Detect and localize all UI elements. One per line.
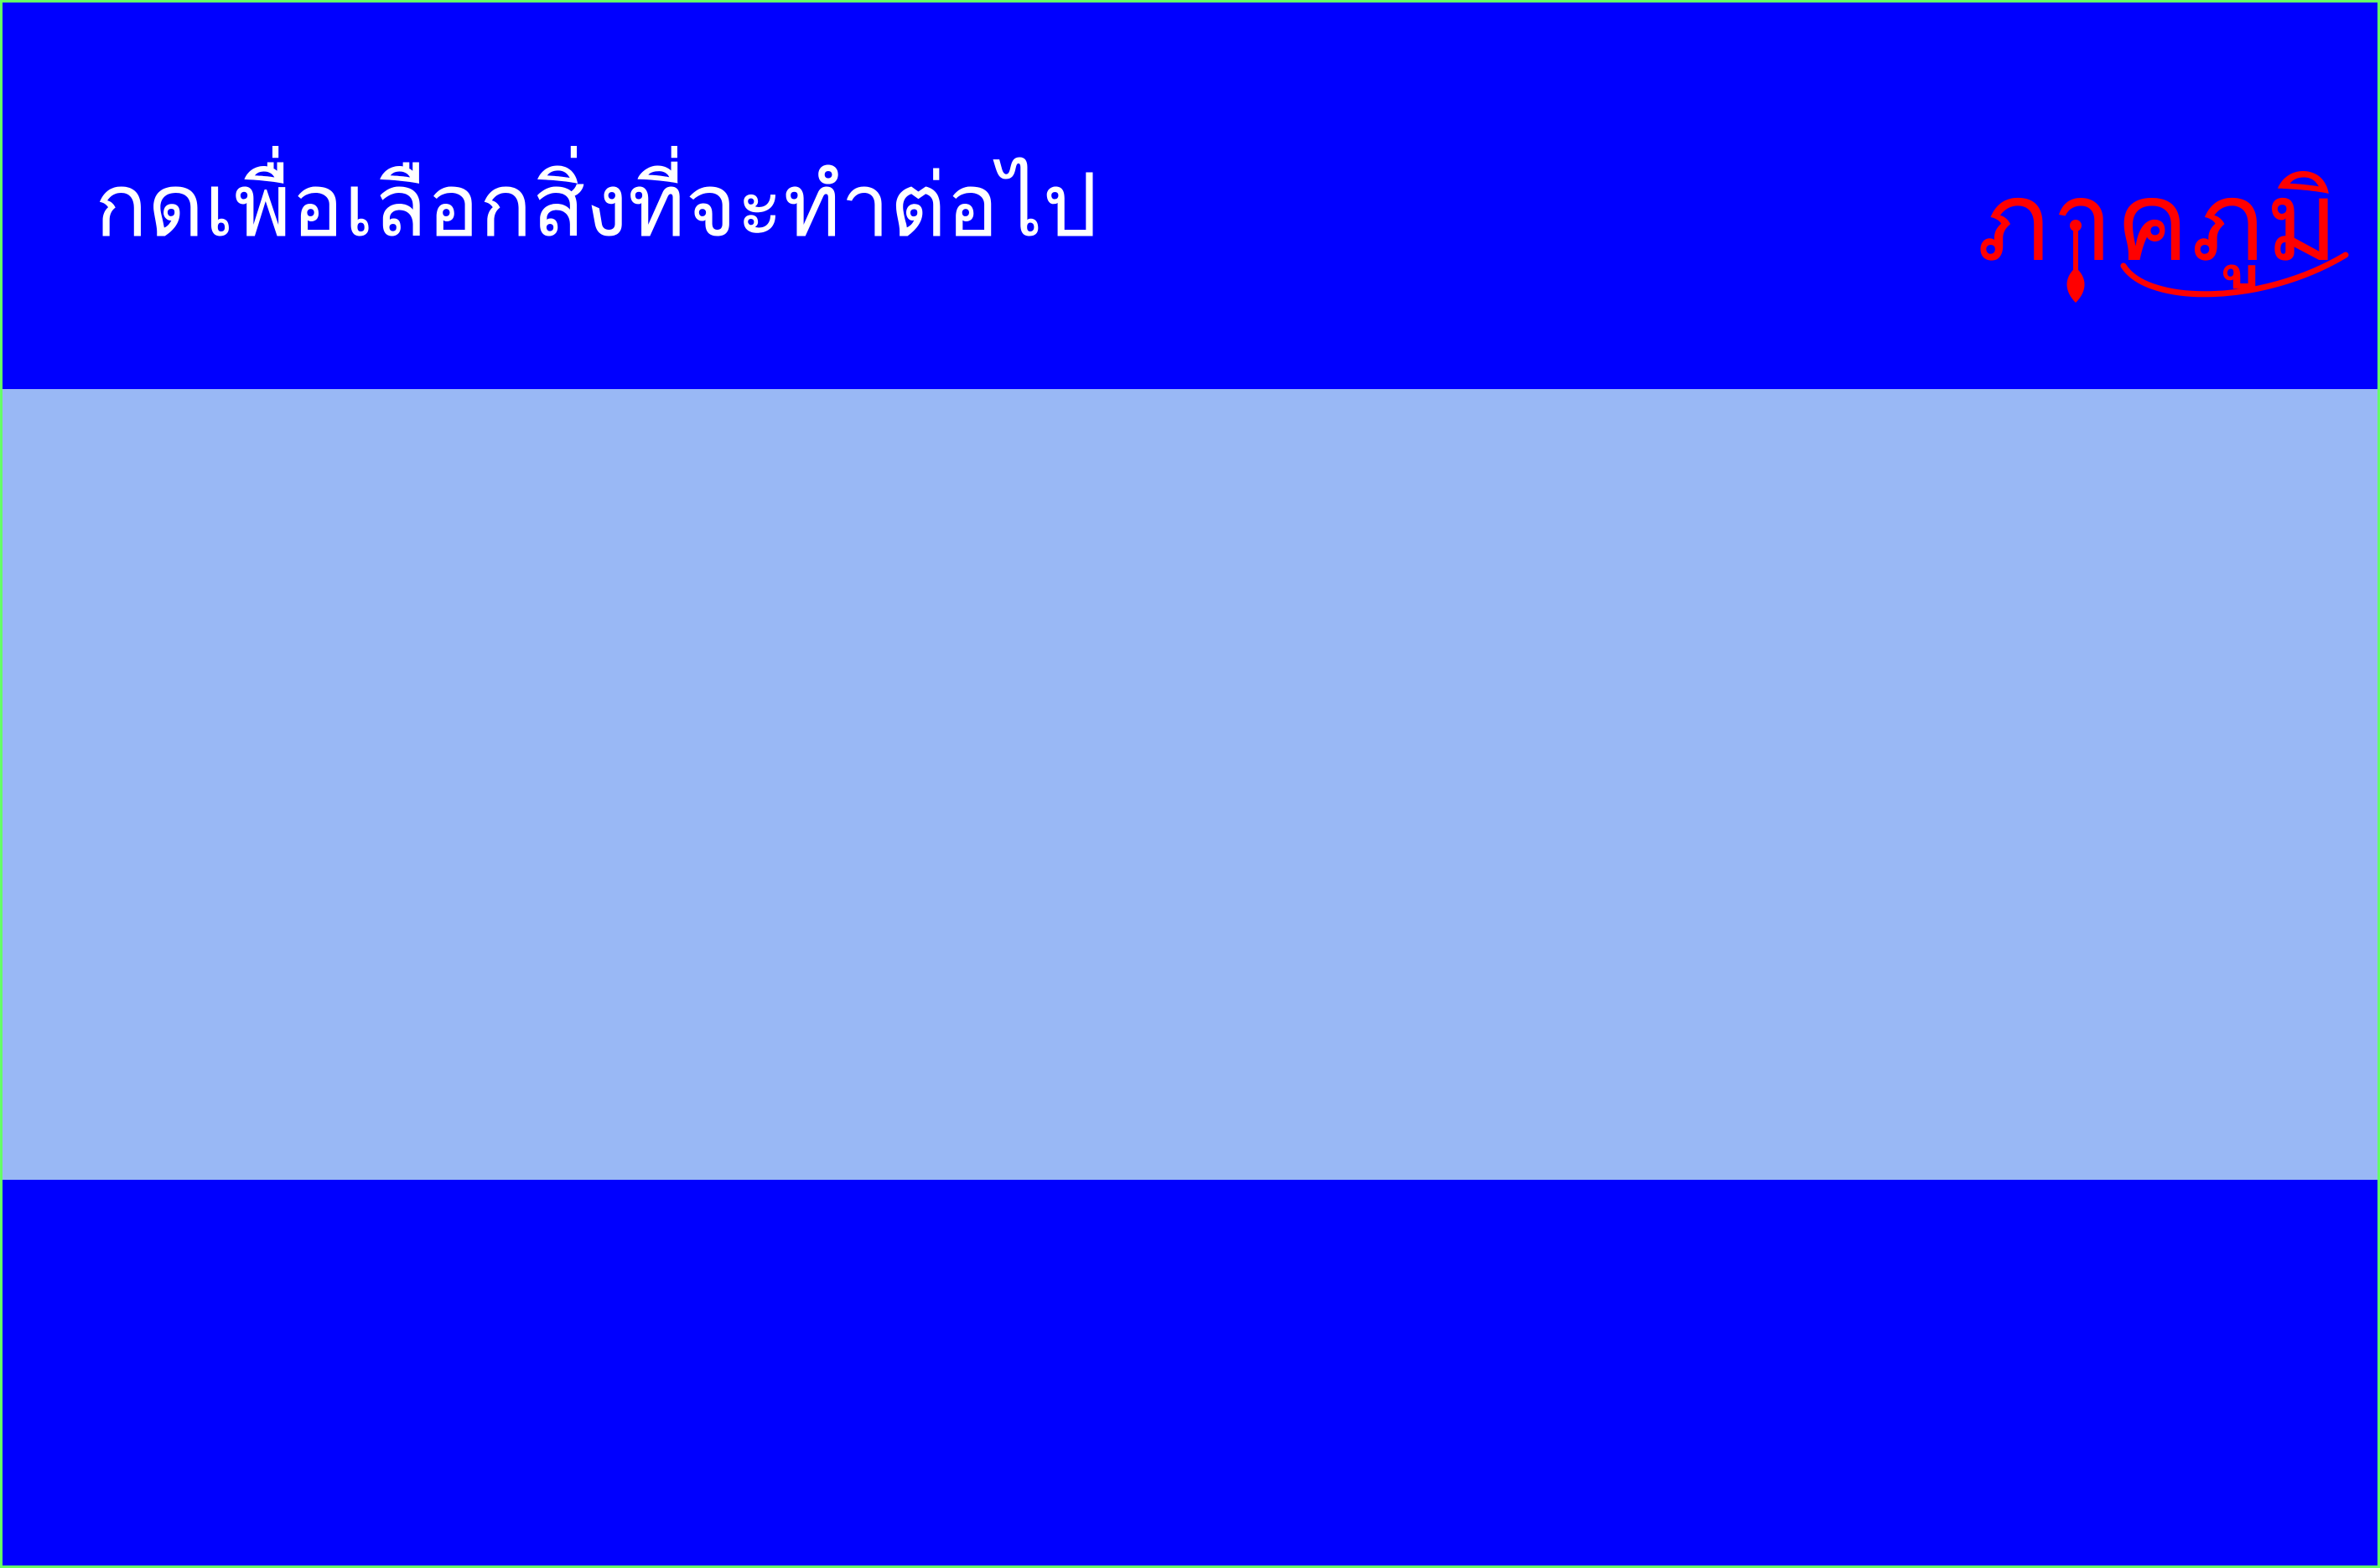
footer-bar [3, 1180, 2377, 1565]
content-area [3, 389, 2377, 1180]
instruction-prompt: กดเพื่อเลือกสิ่งที่จะทำต่อไป [95, 154, 1098, 257]
header-bar: กดเพื่อเลือกสิ่งที่จะทำต่อไป ภาคภูมิ [3, 3, 2377, 389]
kiosk-screen: กดเพื่อเลือกสิ่งที่จะทำต่อไป ภาคภูมิ [0, 0, 2380, 1568]
brand-logo: ภาคภูมิ [1977, 167, 2358, 318]
logo-swash-icon [2066, 220, 2349, 303]
